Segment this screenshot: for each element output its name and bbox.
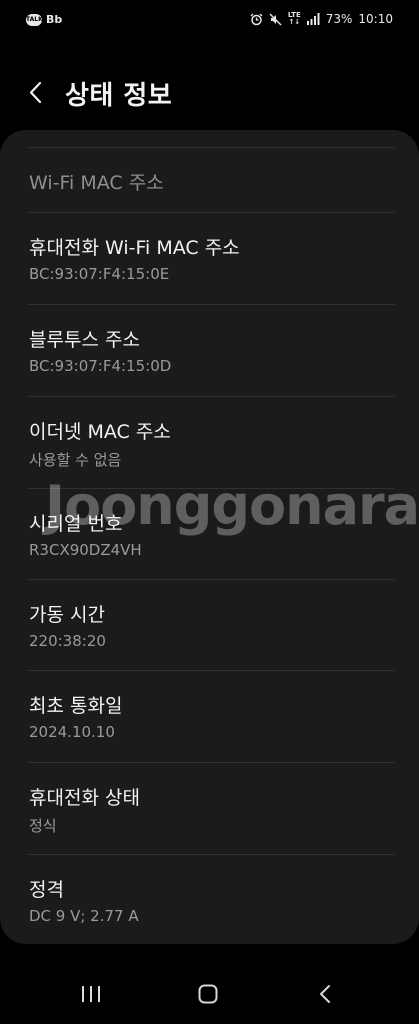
kakaotalk-icon: TALK xyxy=(26,13,43,26)
signal-icon xyxy=(306,13,320,25)
item-value: DC 9 V; 2.77 A xyxy=(29,907,139,925)
alarm-icon xyxy=(250,13,263,25)
item-value: BC:93:07:F4:15:0D xyxy=(29,357,172,375)
item-title: Wi-Fi MAC 주소 xyxy=(29,172,164,194)
item-title: 휴대전화 Wi-Fi MAC 주소 xyxy=(29,237,240,259)
app-bar: 상태 정보 xyxy=(0,66,419,122)
list-item-bluetooth-address[interactable]: 블루투스 주소 BC:93:07:F4:15:0D xyxy=(0,305,419,396)
back-button[interactable] xyxy=(22,78,52,108)
list-item-serial-number[interactable]: 시리얼 번호 R3CX90DZ4VH xyxy=(0,489,419,580)
list-item-wifi-mac[interactable]: Wi-Fi MAC 주소 xyxy=(0,148,419,213)
item-title: 최초 통화일 xyxy=(29,695,123,717)
chevron-left-icon xyxy=(29,81,42,104)
list-item-rating[interactable]: 정격 DC 9 V; 2.77 A xyxy=(0,855,419,944)
home-button[interactable] xyxy=(193,982,223,1006)
network-type: LTE xyxy=(287,11,301,19)
battery-percent: 73% xyxy=(325,12,353,26)
list-item-phone-wifi-mac[interactable]: 휴대전화 Wi-Fi MAC 주소 BC:93:07:F4:15:0E xyxy=(0,213,419,304)
list-item-uptime[interactable]: 가동 시간 220:38:20 xyxy=(0,580,419,671)
home-icon xyxy=(198,984,218,1004)
back-icon xyxy=(320,985,330,1003)
notification-icons: TALK Bb xyxy=(26,13,62,26)
item-value: 220:38:20 xyxy=(29,632,106,650)
item-title: 휴대전화 상태 xyxy=(29,787,140,809)
recent-apps-button[interactable] xyxy=(76,982,106,1006)
list-item-first-call-date[interactable]: 최초 통화일 2024.10.10 xyxy=(0,671,419,762)
item-title: 이더넷 MAC 주소 xyxy=(29,421,171,443)
item-title: 정격 xyxy=(29,879,64,901)
lte-indicator: LTE ↑↓ xyxy=(287,11,301,26)
list-item-ethernet-mac[interactable]: 이더넷 MAC 주소 사용할 수 없음 xyxy=(0,397,419,488)
item-value: BC:93:07:F4:15:0E xyxy=(29,265,170,283)
item-title: 시리얼 번호 xyxy=(29,513,123,535)
list-item-phone-status[interactable]: 휴대전화 상태 정식 xyxy=(0,763,419,854)
recent-apps-icon xyxy=(82,986,100,1002)
status-bar: TALK Bb LTE ↑↓ 73% 10:10 xyxy=(0,0,419,44)
bb-icon: Bb xyxy=(46,13,63,26)
page-title: 상태 정보 xyxy=(65,81,173,111)
item-value: R3CX90DZ4VH xyxy=(29,541,142,559)
navigation-bar xyxy=(0,964,419,1024)
mute-icon xyxy=(269,13,282,25)
item-title: 블루투스 주소 xyxy=(29,329,140,351)
back-nav-button[interactable] xyxy=(311,982,341,1006)
status-info-list: Wi-Fi MAC 주소 휴대전화 Wi-Fi MAC 주소 BC:93:07:… xyxy=(0,130,419,944)
item-value: 정식 xyxy=(29,817,57,835)
item-value: 2024.10.10 xyxy=(29,723,115,741)
system-icons: LTE ↑↓ 73% 10:10 xyxy=(250,12,393,26)
item-title: 가동 시간 xyxy=(29,604,105,626)
clock: 10:10 xyxy=(358,12,393,26)
item-value: 사용할 수 없음 xyxy=(29,451,122,469)
